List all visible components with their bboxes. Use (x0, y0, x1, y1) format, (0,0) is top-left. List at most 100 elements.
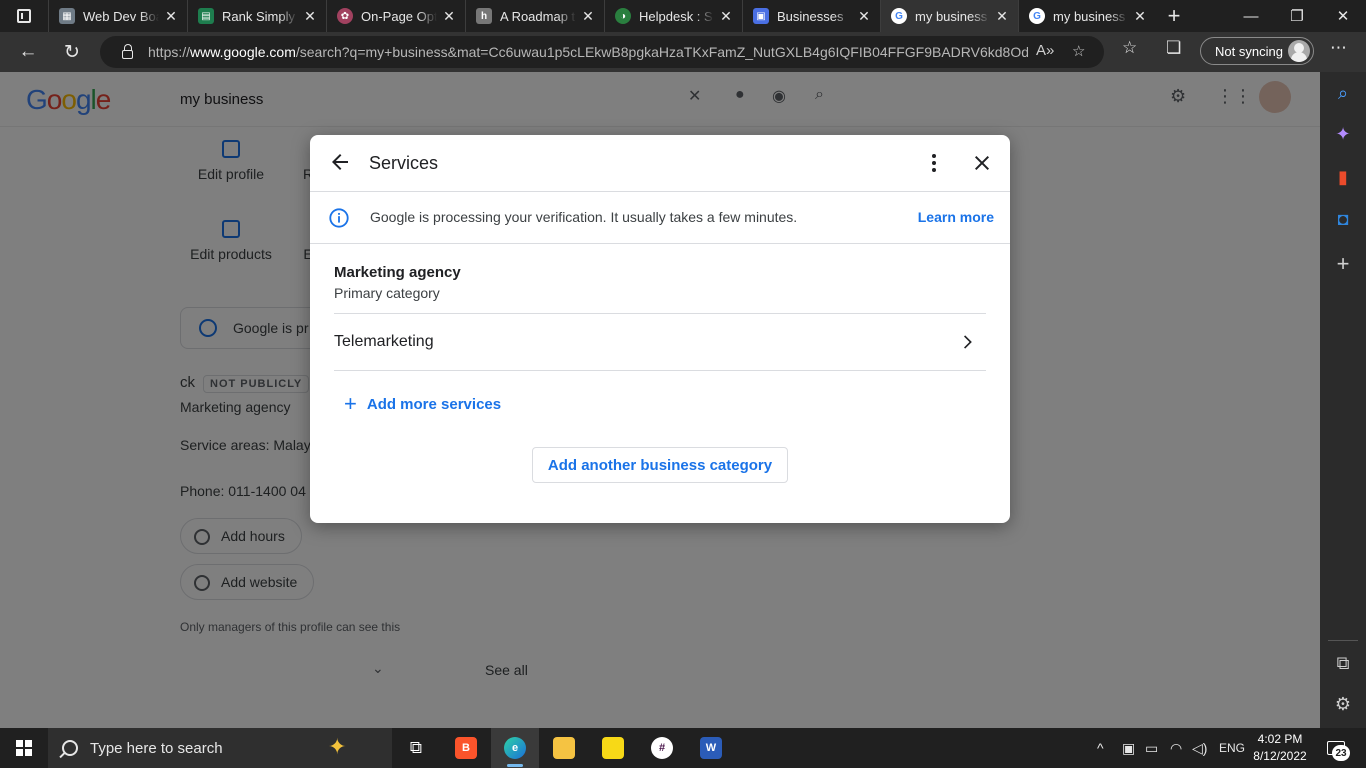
close-icon (975, 156, 989, 170)
notification-count-badge: 23 (1332, 745, 1350, 761)
windows-taskbar: Type here to search ✦ ⧉ B e # W ^ ▣ ▭ ◠ … (0, 728, 1366, 768)
browser-tab-active[interactable]: G my business - ✕ (880, 0, 1018, 32)
meet-now-icon[interactable]: ▣ (1122, 728, 1135, 768)
browser-tab[interactable]: ▣ Businesses ✕ (742, 0, 880, 32)
slack-button[interactable]: # (638, 728, 686, 768)
edge-browser-button[interactable]: e (491, 728, 539, 768)
tab-actions-menu-button[interactable] (0, 0, 48, 32)
brave-browser-button[interactable]: B (442, 728, 490, 768)
tab-title: Web Dev Boar (83, 8, 159, 24)
file-explorer-button[interactable] (540, 728, 588, 768)
browser-tab[interactable]: ◑ Helpdesk : SE ✕ (604, 0, 742, 32)
browser-tab[interactable]: h A Roadmap to ✕ (465, 0, 604, 32)
sidebar-divider (1328, 640, 1358, 641)
close-dialog-button[interactable] (970, 151, 994, 175)
add-more-services-button[interactable]: + Add more services (344, 391, 501, 416)
tab-title: A Roadmap to (500, 8, 576, 24)
browser-tab[interactable]: ▦ Web Dev Boar ✕ (48, 0, 187, 32)
close-tab-icon[interactable]: ✕ (580, 8, 596, 25)
collections-icon[interactable]: ❏ (1166, 38, 1181, 58)
system-clock[interactable]: 4:02 PM 8/12/2022 (1248, 731, 1312, 765)
lock-icon (121, 43, 133, 59)
plus-icon: + (344, 391, 357, 416)
close-tab-icon[interactable]: ✕ (856, 8, 872, 25)
primary-category: Marketing agency Primary category (334, 264, 986, 301)
language-indicator[interactable]: ENG (1219, 728, 1245, 768)
category-type-label: Primary category (334, 285, 440, 301)
learn-more-link[interactable]: Learn more (918, 209, 994, 225)
tab-title: Rank Simply A (222, 8, 298, 24)
sidebar-settings-icon[interactable]: ⚙ (1320, 684, 1366, 724)
close-tab-icon[interactable]: ✕ (1132, 8, 1148, 25)
close-tab-icon[interactable]: ✕ (994, 8, 1010, 25)
service-item[interactable]: Telemarketing (334, 314, 986, 370)
taskbar-search-box[interactable]: Type here to search ✦ (48, 728, 392, 768)
sidebar-outlook-icon[interactable]: ◘ (1320, 199, 1366, 239)
add-business-category-button[interactable]: Add another business category (532, 447, 788, 483)
language-label: ENG (1219, 741, 1246, 755)
url-text[interactable]: https://www.google.com/search?q=my+busin… (148, 44, 1028, 60)
site-favicon-icon: ✿ (337, 8, 353, 24)
sidebar-search-icon[interactable]: ⌕ (1320, 73, 1366, 113)
tab-actions-icon (17, 9, 31, 23)
close-tab-icon[interactable]: ✕ (718, 8, 734, 25)
browser-tab[interactable]: G my business - ✕ (1018, 0, 1156, 32)
browser-tab-bar: ▦ Web Dev Boar ✕ ▤ Rank Simply A ✕ ✿ On-… (0, 0, 1366, 32)
divider (334, 370, 986, 371)
sidebar-add-icon[interactable]: + (1320, 244, 1366, 284)
back-arrow-icon (332, 154, 348, 170)
services-dialog: Services Google is processing your verif… (310, 135, 1010, 523)
browser-tab[interactable]: ▤ Rank Simply A ✕ (187, 0, 326, 32)
site-info-button[interactable] (112, 43, 142, 59)
tab-title: On-Page Opti (361, 8, 437, 24)
notification-center-button[interactable]: 23 (1322, 737, 1350, 761)
close-tab-icon[interactable]: ✕ (441, 8, 457, 25)
sidebar-discover-icon[interactable]: ✦ (1320, 114, 1366, 154)
favorites-icon[interactable]: ☆ (1122, 38, 1137, 58)
volume-icon[interactable]: ◁) (1192, 728, 1207, 768)
refresh-button[interactable]: ↻ (52, 32, 92, 72)
minimize-window-button[interactable]: — (1228, 0, 1274, 32)
category-name: Marketing agency (334, 264, 461, 281)
sheets-favicon-icon: ▤ (198, 8, 214, 24)
sidebar-office-icon[interactable]: ▮ (1320, 157, 1366, 197)
close-tab-icon[interactable]: ✕ (163, 8, 179, 25)
info-icon (329, 208, 349, 228)
chevron-up-icon: ^ (1097, 740, 1104, 756)
add-favorite-icon[interactable]: ☆ (1072, 42, 1085, 60)
hide-sidebar-icon[interactable]: ⧉ (1320, 643, 1366, 683)
search-placeholder: Type here to search (90, 739, 223, 757)
tab-title: my business - (915, 8, 990, 24)
business-profile-favicon-icon: ▣ (753, 8, 769, 24)
sticky-note-icon (602, 737, 624, 759)
new-tab-button[interactable]: + (1156, 0, 1192, 32)
wifi-icon[interactable]: ◠ (1170, 728, 1182, 768)
dialog-header: Services (310, 135, 1010, 192)
dialog-title: Services (369, 153, 439, 173)
edge-icon: e (504, 737, 526, 759)
browser-tab[interactable]: ✿ On-Page Opti ✕ (326, 0, 465, 32)
more-options-button[interactable] (922, 151, 946, 175)
close-window-button[interactable]: ✕ (1320, 0, 1366, 32)
google-favicon-icon: G (1029, 8, 1045, 24)
battery-icon[interactable]: ▭ (1145, 728, 1158, 768)
profile-avatar-icon (1288, 40, 1310, 62)
task-view-button[interactable]: ⧉ (392, 728, 440, 768)
restore-window-button[interactable]: ❐ (1274, 0, 1320, 32)
profile-button[interactable]: Not syncing (1200, 37, 1314, 65)
close-tab-icon[interactable]: ✕ (302, 8, 318, 25)
tab-title: my business - (1053, 8, 1128, 24)
show-hidden-icons-button[interactable]: ^ (1097, 728, 1104, 768)
headset-favicon-icon: ◑ (615, 8, 631, 24)
folder-icon (553, 737, 575, 759)
browser-toolbar: ← ↻ https://www.google.com/search?q=my+b… (0, 32, 1366, 72)
back-button[interactable]: ← (8, 32, 48, 72)
clock-date: 8/12/2022 (1253, 749, 1307, 763)
start-button[interactable] (0, 728, 48, 768)
read-aloud-icon[interactable]: A» (1036, 42, 1054, 59)
sticky-notes-button[interactable] (589, 728, 637, 768)
back-button[interactable] (328, 150, 352, 174)
word-button[interactable]: W (687, 728, 735, 768)
address-bar[interactable]: https://www.google.com/search?q=my+busin… (100, 36, 1104, 68)
settings-more-icon[interactable]: ⋯ (1330, 38, 1347, 58)
